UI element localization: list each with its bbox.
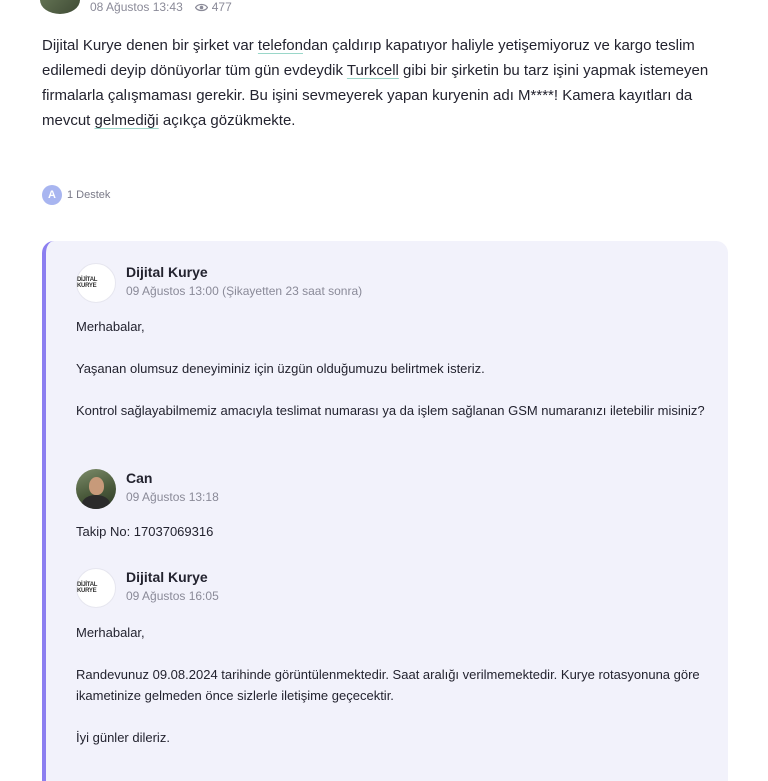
complaint-meta: 08 Ağustos 13:43 477 <box>40 0 232 14</box>
message-date: 09 Ağustos 13:18 <box>126 490 219 504</box>
complaint-text-part: açıkça gözükmekte. <box>158 112 296 129</box>
support-label: 1 Destek <box>67 189 111 201</box>
keyword-link-turkcell[interactable]: Turkcell <box>347 62 399 79</box>
message-header: DİJİTAL KURYE Dijital Kurye 09 Ağustos 1… <box>76 263 362 303</box>
message-header: DİJİTAL KURYE Dijital Kurye 09 Ağustos 1… <box>76 568 219 608</box>
view-count: 477 <box>194 0 232 14</box>
reply-thread: DİJİTAL KURYE Dijital Kurye 09 Ağustos 1… <box>42 241 728 781</box>
dijital-kurye-logo: DİJİTAL KURYE <box>76 568 116 608</box>
message-paragraph: Randevunuz 09.08.2024 tarihinde görüntül… <box>76 667 700 703</box>
message-date: 09 Ağustos 16:05 <box>126 589 219 603</box>
eye-icon <box>194 3 208 11</box>
complainant-avatar <box>40 0 80 14</box>
message-date: 09 Ağustos 13:00 (Şikayetten 23 saat son… <box>126 284 363 298</box>
message-author: Dijital Kurye <box>126 569 208 585</box>
support-badge: A <box>42 185 62 205</box>
message-header: Can 09 Ağustos 13:18 <box>76 469 219 509</box>
view-count-value: 477 <box>211 0 232 14</box>
message-paragraph: Merhabalar, <box>76 625 145 640</box>
brand-logo-text: DİJİTAL KURYE <box>77 277 98 289</box>
message-paragraph: Merhabalar, <box>76 319 145 334</box>
keyword-link-gelmedigi[interactable]: gelmediği <box>95 112 159 129</box>
brand-logo-text: DİJİTAL KURYE <box>77 582 98 594</box>
complaint-date: 08 Ağustos 13:43 <box>90 0 183 14</box>
message-author: Dijital Kurye <box>126 264 208 280</box>
message-paragraph: İyi günler dileriz. <box>76 730 170 745</box>
user-avatar <box>76 469 116 509</box>
complaint-text: Dijital Kurye denen bir şirket var telef… <box>42 33 732 133</box>
complaint-text-part: Dijital Kurye denen bir şirket var <box>42 37 258 54</box>
message-paragraph: Yaşanan olumsuz deneyiminiz için üzgün o… <box>76 361 485 376</box>
keyword-link-telefon[interactable]: telefon <box>258 37 303 54</box>
message-author: Can <box>126 470 153 486</box>
message-paragraph: Kontrol sağlayabilmemiz amacıyla teslima… <box>76 403 705 418</box>
message-paragraph: Takip No: 17037069316 <box>76 524 214 539</box>
dijital-kurye-logo: DİJİTAL KURYE <box>76 263 116 303</box>
support-count[interactable]: A 1 Destek <box>42 185 110 205</box>
